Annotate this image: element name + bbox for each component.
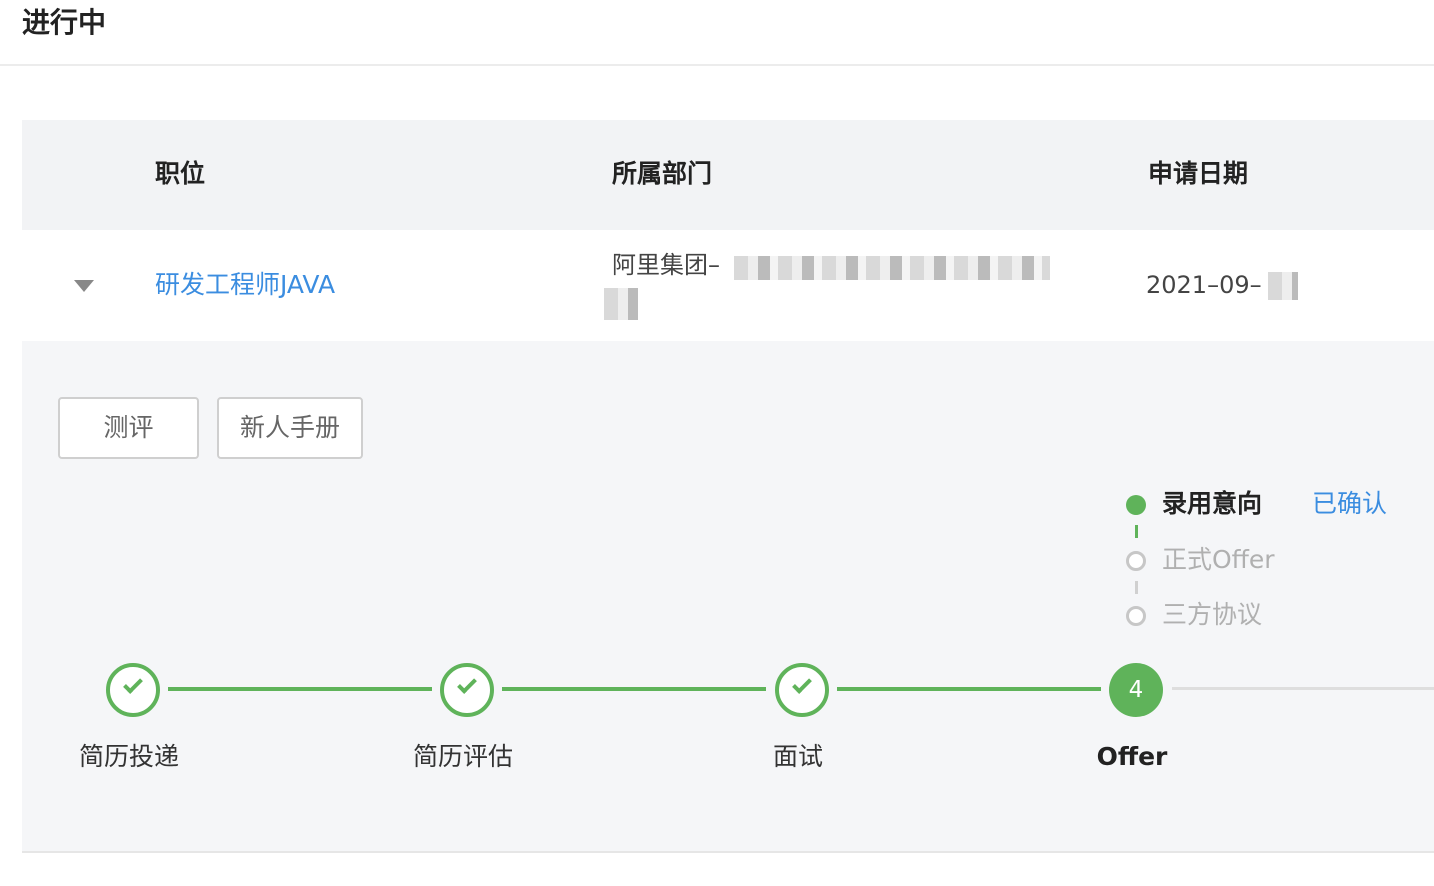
check-circle-icon: [775, 663, 829, 717]
redacted-date-mosaic: [1268, 272, 1298, 300]
table-row[interactable]: 研发工程师JAVA 阿里集团– 2021–09–: [22, 230, 1434, 341]
column-header-position: 职位: [155, 159, 206, 188]
redacted-department-mosaic: [734, 256, 1050, 280]
step-label: 面试: [772, 742, 823, 771]
step-label: 简历投递: [78, 742, 179, 771]
progress-connector: [1172, 687, 1434, 690]
assessment-button[interactable]: 测评: [58, 397, 199, 459]
step-number-circle: 4: [1109, 663, 1163, 717]
page-header: 进行中: [0, 0, 1434, 66]
check-circle-icon: [440, 663, 494, 717]
check-circle-icon: [106, 663, 160, 717]
expand-caret-icon[interactable]: [74, 280, 94, 292]
column-header-department: 所属部门: [612, 159, 713, 188]
substep-connector: [1135, 581, 1138, 594]
substep-label: 三方协议: [1162, 600, 1263, 629]
substep-label: 正式Offer: [1162, 545, 1275, 574]
progress-connector: [837, 687, 1101, 691]
substep-pending-dot-icon: [1126, 606, 1146, 626]
column-header-date: 申请日期: [1148, 159, 1249, 188]
redacted-department-mosaic-2: [604, 288, 638, 320]
substep-connector: [1135, 525, 1138, 538]
handbook-button[interactable]: 新人手册: [217, 397, 363, 459]
table-header: 职位 所属部门 申请日期: [22, 120, 1434, 230]
department-text: 阿里集团–: [612, 251, 720, 279]
page-title: 进行中: [22, 6, 107, 39]
progress-connector: [168, 687, 432, 691]
apply-date: 2021–09–: [1146, 271, 1262, 299]
substep-done-dot-icon: [1126, 495, 1146, 515]
substep-pending-dot-icon: [1126, 551, 1146, 571]
step-label: 简历评估: [412, 742, 513, 771]
position-link[interactable]: 研发工程师JAVA: [155, 266, 335, 304]
progress-connector: [502, 687, 766, 691]
step-label: Offer: [1096, 742, 1168, 771]
confirmed-status-link[interactable]: 已确认: [1312, 487, 1387, 521]
offer-substeps: 录用意向 已确认 正式Offer 三方协议: [1124, 487, 1424, 637]
substep-label: 录用意向: [1162, 489, 1263, 518]
application-detail-panel: 测评 新人手册 录用意向 已确认 正式Offer 三方协议 简历投递 简历评估 …: [22, 341, 1434, 853]
